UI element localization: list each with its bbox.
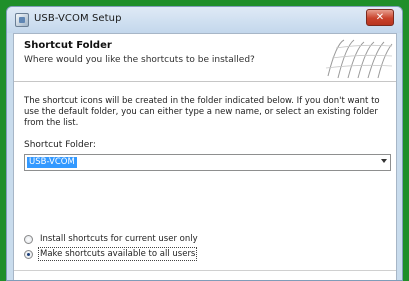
radio-current-user[interactable]: Install shortcuts for current user only (24, 233, 198, 245)
radio-all-users-label[interactable]: Make shortcuts available to all users (37, 247, 198, 261)
setup-window: USB-VCOM Setup ✕ Shortcut Folder Where w… (6, 6, 403, 281)
footer-divider (14, 270, 396, 271)
title-bar[interactable]: USB-VCOM Setup ✕ (7, 7, 402, 33)
shortcut-folder-value[interactable]: USB-VCOM (27, 157, 77, 168)
description-text: The shortcut icons will be created in th… (24, 96, 380, 128)
shortcut-folder-combobox[interactable]: USB-VCOM (24, 154, 391, 171)
radio-all-users[interactable]: Make shortcuts available to all users (24, 247, 198, 261)
close-icon: ✕ (375, 12, 385, 23)
app-icon (15, 13, 29, 27)
wizard-header: Shortcut Folder Where would you like the… (14, 34, 396, 82)
page-subtitle: Where would you like the shortcuts to be… (24, 55, 255, 65)
wizard-page: Shortcut Folder Where would you like the… (13, 33, 397, 280)
radio-all-users-button[interactable] (24, 249, 33, 259)
radio-current-user-label[interactable]: Install shortcuts for current user only (40, 234, 198, 244)
radio-current-user-button[interactable] (24, 234, 33, 244)
page-title: Shortcut Folder (24, 40, 112, 51)
close-button[interactable]: ✕ (366, 9, 394, 26)
shortcut-folder-label: Shortcut Folder: (24, 140, 96, 150)
dropdown-arrow-icon[interactable] (381, 159, 387, 163)
window-title: USB-VCOM Setup (34, 13, 122, 24)
header-graphic (325, 39, 393, 79)
